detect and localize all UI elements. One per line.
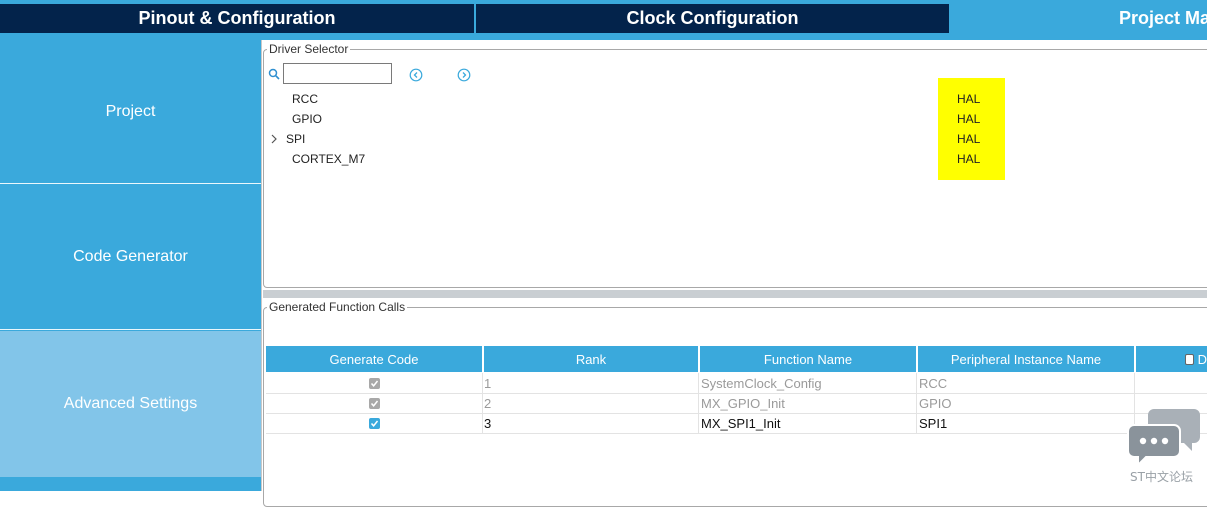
- check-icon: [370, 420, 378, 427]
- driver-type-spi[interactable]: HAL: [957, 132, 980, 146]
- table-row: [266, 373, 482, 393]
- sidebar-border: [261, 40, 262, 491]
- generated-function-calls-title: Generated Function Calls: [267, 300, 408, 314]
- chat-bubbles-icon: [1127, 409, 1200, 468]
- rank-cell: 2: [484, 395, 492, 411]
- driver-type-cortex-m7[interactable]: HAL: [957, 152, 980, 166]
- sidebar-divider: [0, 329, 261, 330]
- sidebar-item-code-generator[interactable]: Code Generator: [0, 184, 261, 329]
- row-divider: [266, 433, 1207, 434]
- chevron-right-circle-icon[interactable]: [457, 68, 471, 82]
- generate-code-checkbox[interactable]: [368, 397, 380, 409]
- column-divider: [698, 373, 699, 433]
- check-icon: [370, 380, 378, 387]
- column-header-label: D: [1197, 351, 1207, 367]
- sidebar-item-label: Advanced Settings: [63, 395, 198, 412]
- function-name-cell: SystemClock_Config: [701, 375, 822, 391]
- driver-type-gpio[interactable]: HAL: [957, 112, 980, 126]
- table-row: [266, 393, 482, 413]
- instance-name-cell: GPIO: [919, 395, 952, 411]
- instance-name-cell: SPI1: [919, 415, 948, 431]
- column-divider: [482, 373, 483, 433]
- watermark: ST中文论坛: [1124, 405, 1204, 489]
- chevron-left-circle-icon[interactable]: [409, 68, 423, 82]
- top-tab-bar: Pinout & Configuration Clock Configurati…: [0, 0, 1207, 40]
- driver-type-rcc[interactable]: HAL: [957, 92, 980, 106]
- column-header-function-name[interactable]: Function Name: [700, 346, 916, 372]
- check-icon: [370, 400, 378, 407]
- column-header-label: Generate Code: [329, 351, 419, 367]
- sidebar-item-project[interactable]: Project: [0, 40, 261, 183]
- tab-pinout-configuration[interactable]: Pinout & Configuration: [0, 4, 474, 33]
- rank-cell: 1: [484, 375, 492, 391]
- sidebar-item-advanced-settings[interactable]: Advanced Settings: [0, 331, 261, 477]
- driver-search-input[interactable]: [283, 63, 392, 84]
- column-header-label: Function Name: [763, 351, 853, 367]
- driver-selector-title: Driver Selector: [267, 42, 351, 56]
- rank-cell: 3: [484, 415, 492, 431]
- column-header-generate-code[interactable]: Generate Code: [266, 346, 482, 372]
- driver-item-spi[interactable]: SPI: [286, 132, 305, 146]
- tab-project-manager[interactable]: Project Ma: [951, 3, 1207, 34]
- search-icon: [268, 68, 280, 80]
- column-header-label: Rank: [575, 351, 607, 367]
- pane-splitter[interactable]: [263, 290, 1207, 298]
- table-row: [266, 413, 482, 433]
- driver-item-rcc[interactable]: RCC: [292, 92, 318, 106]
- sidebar-item-label: Code Generator: [73, 247, 188, 265]
- generate-code-checkbox[interactable]: [368, 417, 380, 429]
- chevron-right-icon[interactable]: [270, 134, 278, 144]
- sidebar-item-label: Project: [105, 102, 156, 120]
- tab-label: Project Ma: [1119, 8, 1207, 28]
- header-checkbox[interactable]: [1185, 353, 1194, 365]
- tab-clock-configuration[interactable]: Clock Configuration: [476, 4, 949, 33]
- tab-label: Clock Configuration: [626, 8, 799, 28]
- column-header-peripheral-instance-name[interactable]: Peripheral Instance Name: [918, 346, 1134, 372]
- function-name-cell: MX_SPI1_Init: [701, 415, 781, 431]
- generate-code-checkbox[interactable]: [368, 377, 380, 389]
- watermark-text: ST中文论坛: [1130, 470, 1193, 484]
- sidebar: Project Code Generator Advanced Settings: [0, 40, 261, 491]
- driver-selector-group: [263, 49, 1207, 288]
- column-divider: [916, 373, 917, 433]
- tab-label: Pinout & Configuration: [138, 8, 336, 28]
- driver-item-gpio[interactable]: GPIO: [292, 112, 322, 126]
- function-name-cell: MX_GPIO_Init: [701, 395, 785, 411]
- instance-name-cell: RCC: [919, 375, 948, 391]
- driver-item-cortex-m7[interactable]: CORTEX_M7: [292, 152, 365, 166]
- column-header-rank[interactable]: Rank: [484, 346, 698, 372]
- column-header-do-not-generate[interactable]: D: [1136, 346, 1207, 372]
- column-header-label: Peripheral Instance Name: [950, 351, 1102, 367]
